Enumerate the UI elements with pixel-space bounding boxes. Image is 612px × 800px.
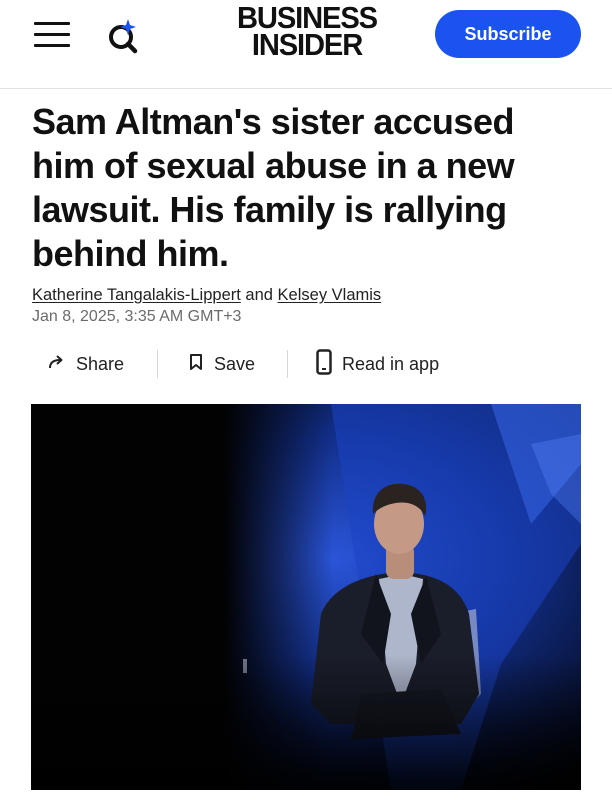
save-button[interactable]: Save: [188, 346, 255, 382]
action-divider: [157, 350, 158, 378]
read-in-app-label: Read in app: [342, 353, 440, 374]
byline: Katherine Tangalakis-Lippert and Kelsey …: [32, 286, 381, 305]
publish-date: Jan 8, 2025, 3:35 AM GMT+3: [32, 308, 242, 325]
hero-image: [31, 404, 581, 790]
business-insider-logo[interactable]: BUSINESS INSIDER: [227, 2, 387, 62]
search-sparkle-icon[interactable]: [104, 17, 144, 55]
author-conjunction: and: [245, 286, 273, 304]
article-actions: Share Save Read in app: [32, 346, 482, 382]
hamburger-menu-icon[interactable]: [34, 22, 70, 48]
phone-icon: [316, 348, 332, 380]
bookmark-icon: [188, 353, 204, 376]
article-headline: Sam Altman's sister accused him of sexua…: [32, 101, 515, 274]
share-button[interactable]: Share: [48, 346, 124, 382]
share-arrow-icon: [48, 354, 66, 375]
read-in-app-button[interactable]: Read in app: [316, 346, 439, 382]
subscribe-button[interactable]: Subscribe: [435, 10, 581, 58]
share-label: Share: [76, 353, 125, 374]
site-header: BUSINESS INSIDER Subscribe: [0, 0, 612, 89]
action-divider: [287, 350, 288, 378]
logo-line-insider: INSIDER: [251, 27, 363, 62]
save-label: Save: [214, 353, 256, 374]
author-link-2[interactable]: Kelsey Vlamis: [278, 286, 382, 304]
author-link-1[interactable]: Katherine Tangalakis-Lippert: [32, 286, 241, 304]
